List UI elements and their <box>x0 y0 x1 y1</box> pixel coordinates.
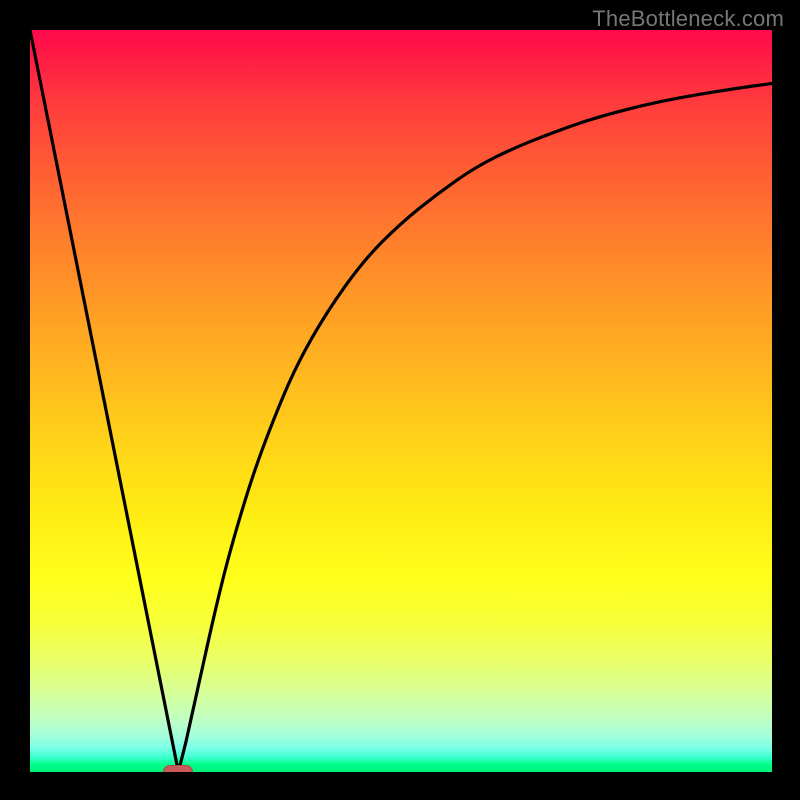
curve-layer <box>30 30 772 772</box>
bottleneck-curve <box>30 30 772 772</box>
watermark-text: TheBottleneck.com <box>592 6 784 32</box>
plot-area <box>30 30 772 772</box>
chart-frame: TheBottleneck.com <box>0 0 800 800</box>
minimum-marker <box>163 765 193 772</box>
